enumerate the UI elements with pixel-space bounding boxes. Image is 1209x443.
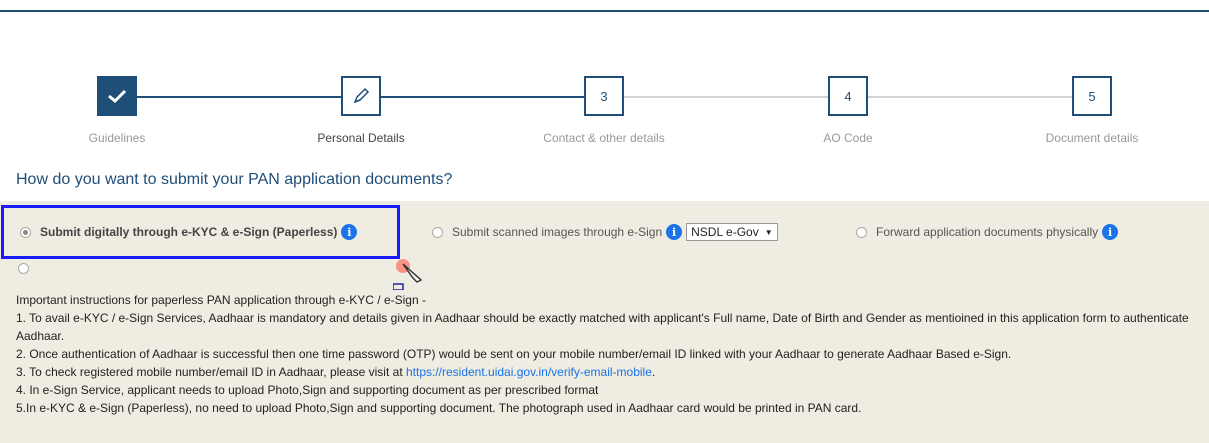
esign-provider-select[interactable]: NSDL e-Gov ▼: [686, 223, 778, 241]
step-number: 4: [844, 88, 852, 104]
info-icon[interactable]: i: [1102, 224, 1119, 240]
step-label-contact-details: Contact & other details: [543, 131, 665, 145]
esign-provider-value: NSDL e-Gov: [691, 225, 759, 239]
instruction-text: 3. To check registered mobile number/ema…: [16, 365, 406, 379]
step-label-document-details: Document details: [1045, 131, 1139, 145]
step-guidelines[interactable]: [97, 76, 137, 116]
step-label-personal-details: Personal Details: [317, 131, 405, 145]
step-connector-4: [868, 96, 1072, 98]
checkmark-icon: [108, 89, 127, 104]
step-connector-1: [137, 96, 341, 98]
info-icon[interactable]: i: [666, 224, 683, 240]
highlight-box: [1, 205, 400, 259]
option-physical[interactable]: Forward application documents physically…: [856, 219, 1119, 245]
submission-options-panel: Submit digitally through e-KYC & e-Sign …: [0, 201, 1209, 443]
submission-question: How do you want to submit your PAN appli…: [16, 171, 453, 188]
step-label-ao-code: AO Code: [823, 131, 873, 145]
step-personal-details[interactable]: [341, 76, 381, 116]
dropdown-arrow-icon: ▼: [764, 227, 773, 237]
instruction-item: 1. To avail e-KYC / e-Sign Services, Aad…: [16, 311, 1189, 343]
step-connector-2: [381, 96, 584, 98]
physical-radio[interactable]: [856, 226, 867, 238]
step-label-guidelines: Guidelines: [88, 131, 146, 145]
physical-label[interactable]: Forward application documents physically: [876, 225, 1098, 239]
step-document-details[interactable]: 5: [1072, 76, 1112, 116]
option-scanned[interactable]: Submit scanned images through e-Sign i N…: [432, 219, 778, 245]
step-number: 3: [600, 88, 608, 104]
pointer-cursor-icon: [393, 259, 423, 290]
step-connector-3: [624, 96, 828, 98]
scanned-radio[interactable]: [432, 226, 443, 238]
instruction-item: 5.In e-KYC & e-Sign (Paperless), no need…: [16, 401, 862, 415]
instruction-item: 2. Once authentication of Aadhaar is suc…: [16, 347, 1012, 361]
top-divider: [0, 10, 1209, 12]
extra-radio[interactable]: [18, 263, 29, 274]
step-ao-code[interactable]: 4: [828, 76, 868, 116]
instruction-text: .: [651, 365, 656, 379]
paperless-instructions: Important instructions for paperless PAN…: [16, 291, 1201, 417]
pencil-icon: [353, 87, 370, 104]
step-number: 5: [1088, 88, 1096, 104]
instruction-item: 4. In e-Sign Service, applicant needs to…: [16, 383, 599, 397]
progress-stepper: 3 4 5 Guidelines Personal Details Contac…: [0, 74, 1209, 154]
uidai-verify-link[interactable]: https://resident.uidai.gov.in/verify-ema…: [406, 365, 652, 379]
instructions-heading: Important instructions for paperless PAN…: [16, 293, 426, 307]
instruction-item: 3. To check registered mobile number/ema…: [16, 363, 1201, 381]
scanned-label[interactable]: Submit scanned images through e-Sign: [452, 225, 662, 239]
step-contact-details[interactable]: 3: [584, 76, 624, 116]
